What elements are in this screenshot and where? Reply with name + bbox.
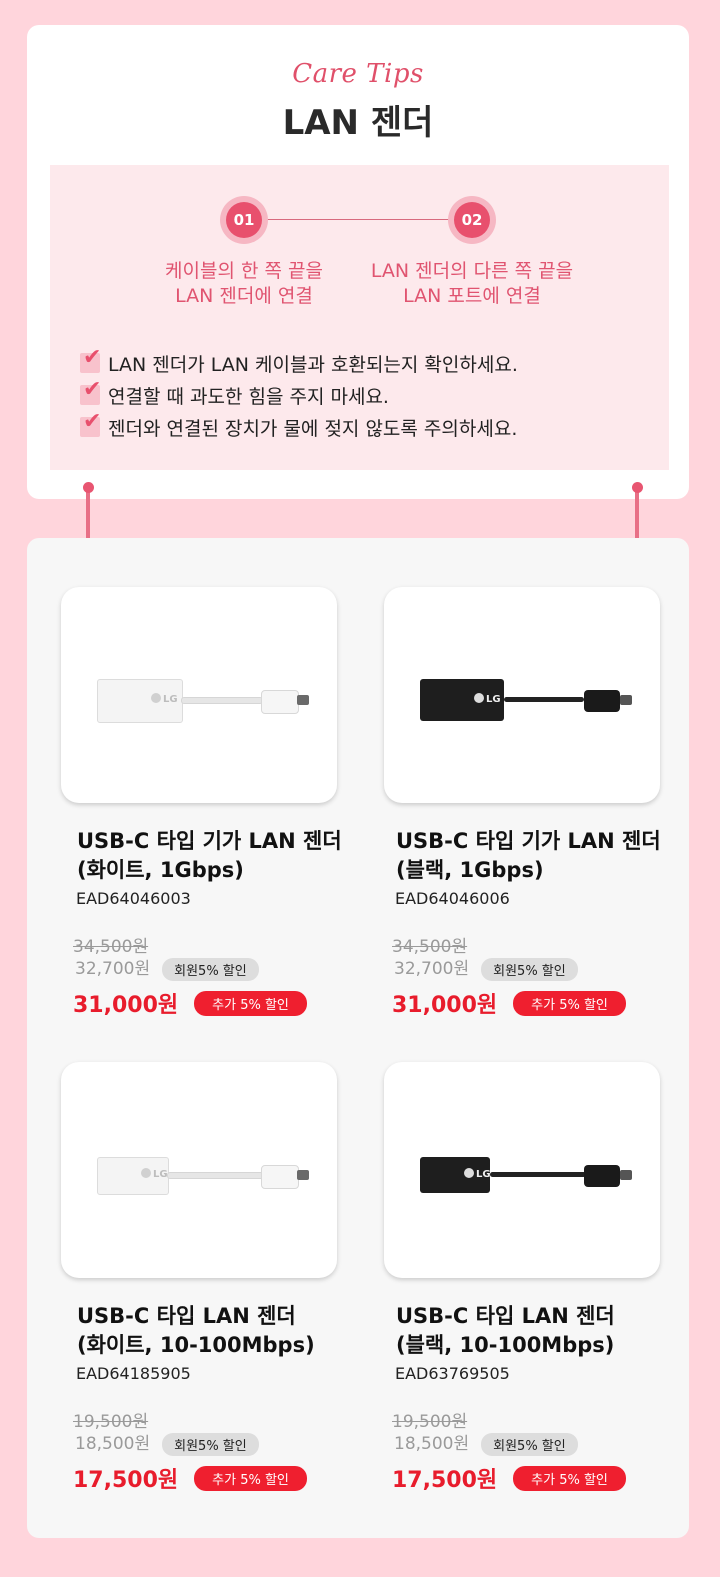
member-price: 32,700원	[75, 959, 151, 979]
original-price: 34,500원	[392, 937, 468, 957]
member-discount-badge: 회원5% 할인	[162, 957, 259, 981]
checklist-item: ✔ LAN 젠더가 LAN 케이블과 호환되는지 확인하세요.	[80, 345, 518, 379]
checklist-item: ✔ 젠더와 연결된 장치가 물에 젖지 않도록 주의하세요.	[80, 409, 518, 443]
checklist-text: 연결할 때 과도한 힘을 주지 마세요.	[108, 385, 389, 408]
product-code: EAD64046003	[76, 889, 191, 908]
product-name[interactable]: USB-C 타입 LAN 젠더 (블랙, 10-100Mbps)	[384, 1302, 684, 1360]
step-2-number: 02	[454, 202, 490, 238]
member-discount-badge: 회원5% 할인	[162, 1432, 259, 1456]
checklist-text: LAN 젠더가 LAN 케이블과 호환되는지 확인하세요.	[108, 353, 518, 376]
original-price: 34,500원	[73, 937, 149, 957]
lan-adapter-black-icon: LG	[420, 1154, 632, 1198]
lg-logo: LG	[153, 1169, 168, 1180]
product-code: EAD63769505	[395, 1364, 510, 1383]
step-2-text: LAN 젠더의 다른 쪽 끝을 LAN 포트에 연결	[352, 259, 592, 309]
product-name[interactable]: USB-C 타입 기가 LAN 젠더 (화이트, 1Gbps)	[61, 827, 361, 885]
product-card-2[interactable]: LG USB-C 타입 기가 LAN 젠더 (블랙, 1Gbps) EAD640…	[384, 587, 684, 1019]
original-price: 19,500원	[392, 1412, 468, 1432]
product-name[interactable]: USB-C 타입 LAN 젠더 (화이트, 10-100Mbps)	[61, 1302, 361, 1360]
final-price: 17,500원	[392, 1468, 498, 1493]
member-discount-badge: 회원5% 할인	[481, 957, 578, 981]
products-panel: LG USB-C 타입 기가 LAN 젠더 (화이트, 1Gbps) EAD64…	[27, 538, 689, 1538]
lg-logo: LG	[476, 1169, 491, 1180]
step-1-line-2: LAN 젠더에 연결	[175, 285, 313, 307]
lan-adapter-black-icon: LG	[420, 679, 632, 723]
product-image[interactable]: LG	[384, 1062, 660, 1278]
step-1-number: 01	[226, 202, 262, 238]
member-price: 18,500원	[75, 1434, 151, 1454]
product-image[interactable]: LG	[61, 1062, 337, 1278]
lg-logo: LG	[163, 694, 178, 705]
step-1-text: 케이블의 한 쪽 끝을 LAN 젠더에 연결	[124, 259, 364, 309]
tips-title: LAN 젠더	[282, 103, 434, 143]
checkmark-icon: ✔	[80, 377, 101, 405]
lg-logo: LG	[486, 694, 501, 705]
lan-adapter-white-icon: LG	[97, 1154, 309, 1198]
product-card-3[interactable]: LG USB-C 타입 LAN 젠더 (화이트, 10-100Mbps) EAD…	[61, 1062, 361, 1494]
checklist-item: ✔ 연결할 때 과도한 힘을 주지 마세요.	[80, 377, 518, 411]
care-tips-label: Care Tips	[292, 59, 424, 89]
product-image[interactable]: LG	[384, 587, 660, 803]
step-2-line-1: LAN 젠더의 다른 쪽 끝을	[370, 260, 574, 282]
tips-checklist: ✔ LAN 젠더가 LAN 케이블과 호환되는지 확인하세요. ✔ 연결할 때 …	[80, 345, 518, 443]
member-price: 18,500원	[394, 1434, 470, 1454]
step-1-line-1: 케이블의 한 쪽 끝을	[165, 260, 323, 282]
final-price: 31,000원	[392, 993, 498, 1018]
step-2-badge: 02	[448, 196, 496, 244]
checkmark-icon: ✔	[80, 345, 101, 373]
member-discount-badge: 회원5% 할인	[481, 1432, 578, 1456]
product-code: EAD64185905	[76, 1364, 191, 1383]
extra-discount-badge: 추가 5% 할인	[513, 1465, 626, 1491]
care-tips-card: Care Tips LAN 젠더 01 02 케이블의 한 쪽 끝을 LAN 젠…	[27, 25, 689, 499]
step-2-line-2: LAN 포트에 연결	[403, 285, 541, 307]
original-price: 19,500원	[73, 1412, 149, 1432]
step-connector-line	[244, 219, 472, 220]
extra-discount-badge: 추가 5% 할인	[194, 990, 307, 1016]
extra-discount-badge: 추가 5% 할인	[513, 990, 626, 1016]
lan-adapter-white-icon: LG	[97, 679, 309, 723]
checkmark-icon: ✔	[80, 409, 101, 437]
product-image[interactable]: LG	[61, 587, 337, 803]
final-price: 17,500원	[73, 1468, 179, 1493]
final-price: 31,000원	[73, 993, 179, 1018]
tips-panel: 01 02 케이블의 한 쪽 끝을 LAN 젠더에 연결 LAN 젠더의 다른 …	[50, 165, 669, 470]
product-card-1[interactable]: LG USB-C 타입 기가 LAN 젠더 (화이트, 1Gbps) EAD64…	[61, 587, 361, 1019]
product-name[interactable]: USB-C 타입 기가 LAN 젠더 (블랙, 1Gbps)	[384, 827, 684, 885]
product-code: EAD64046006	[395, 889, 510, 908]
step-1-badge: 01	[220, 196, 268, 244]
product-card-4[interactable]: LG USB-C 타입 LAN 젠더 (블랙, 10-100Mbps) EAD6…	[384, 1062, 684, 1494]
member-price: 32,700원	[394, 959, 470, 979]
checklist-text: 젠더와 연결된 장치가 물에 젖지 않도록 주의하세요.	[108, 417, 518, 440]
extra-discount-badge: 추가 5% 할인	[194, 1465, 307, 1491]
